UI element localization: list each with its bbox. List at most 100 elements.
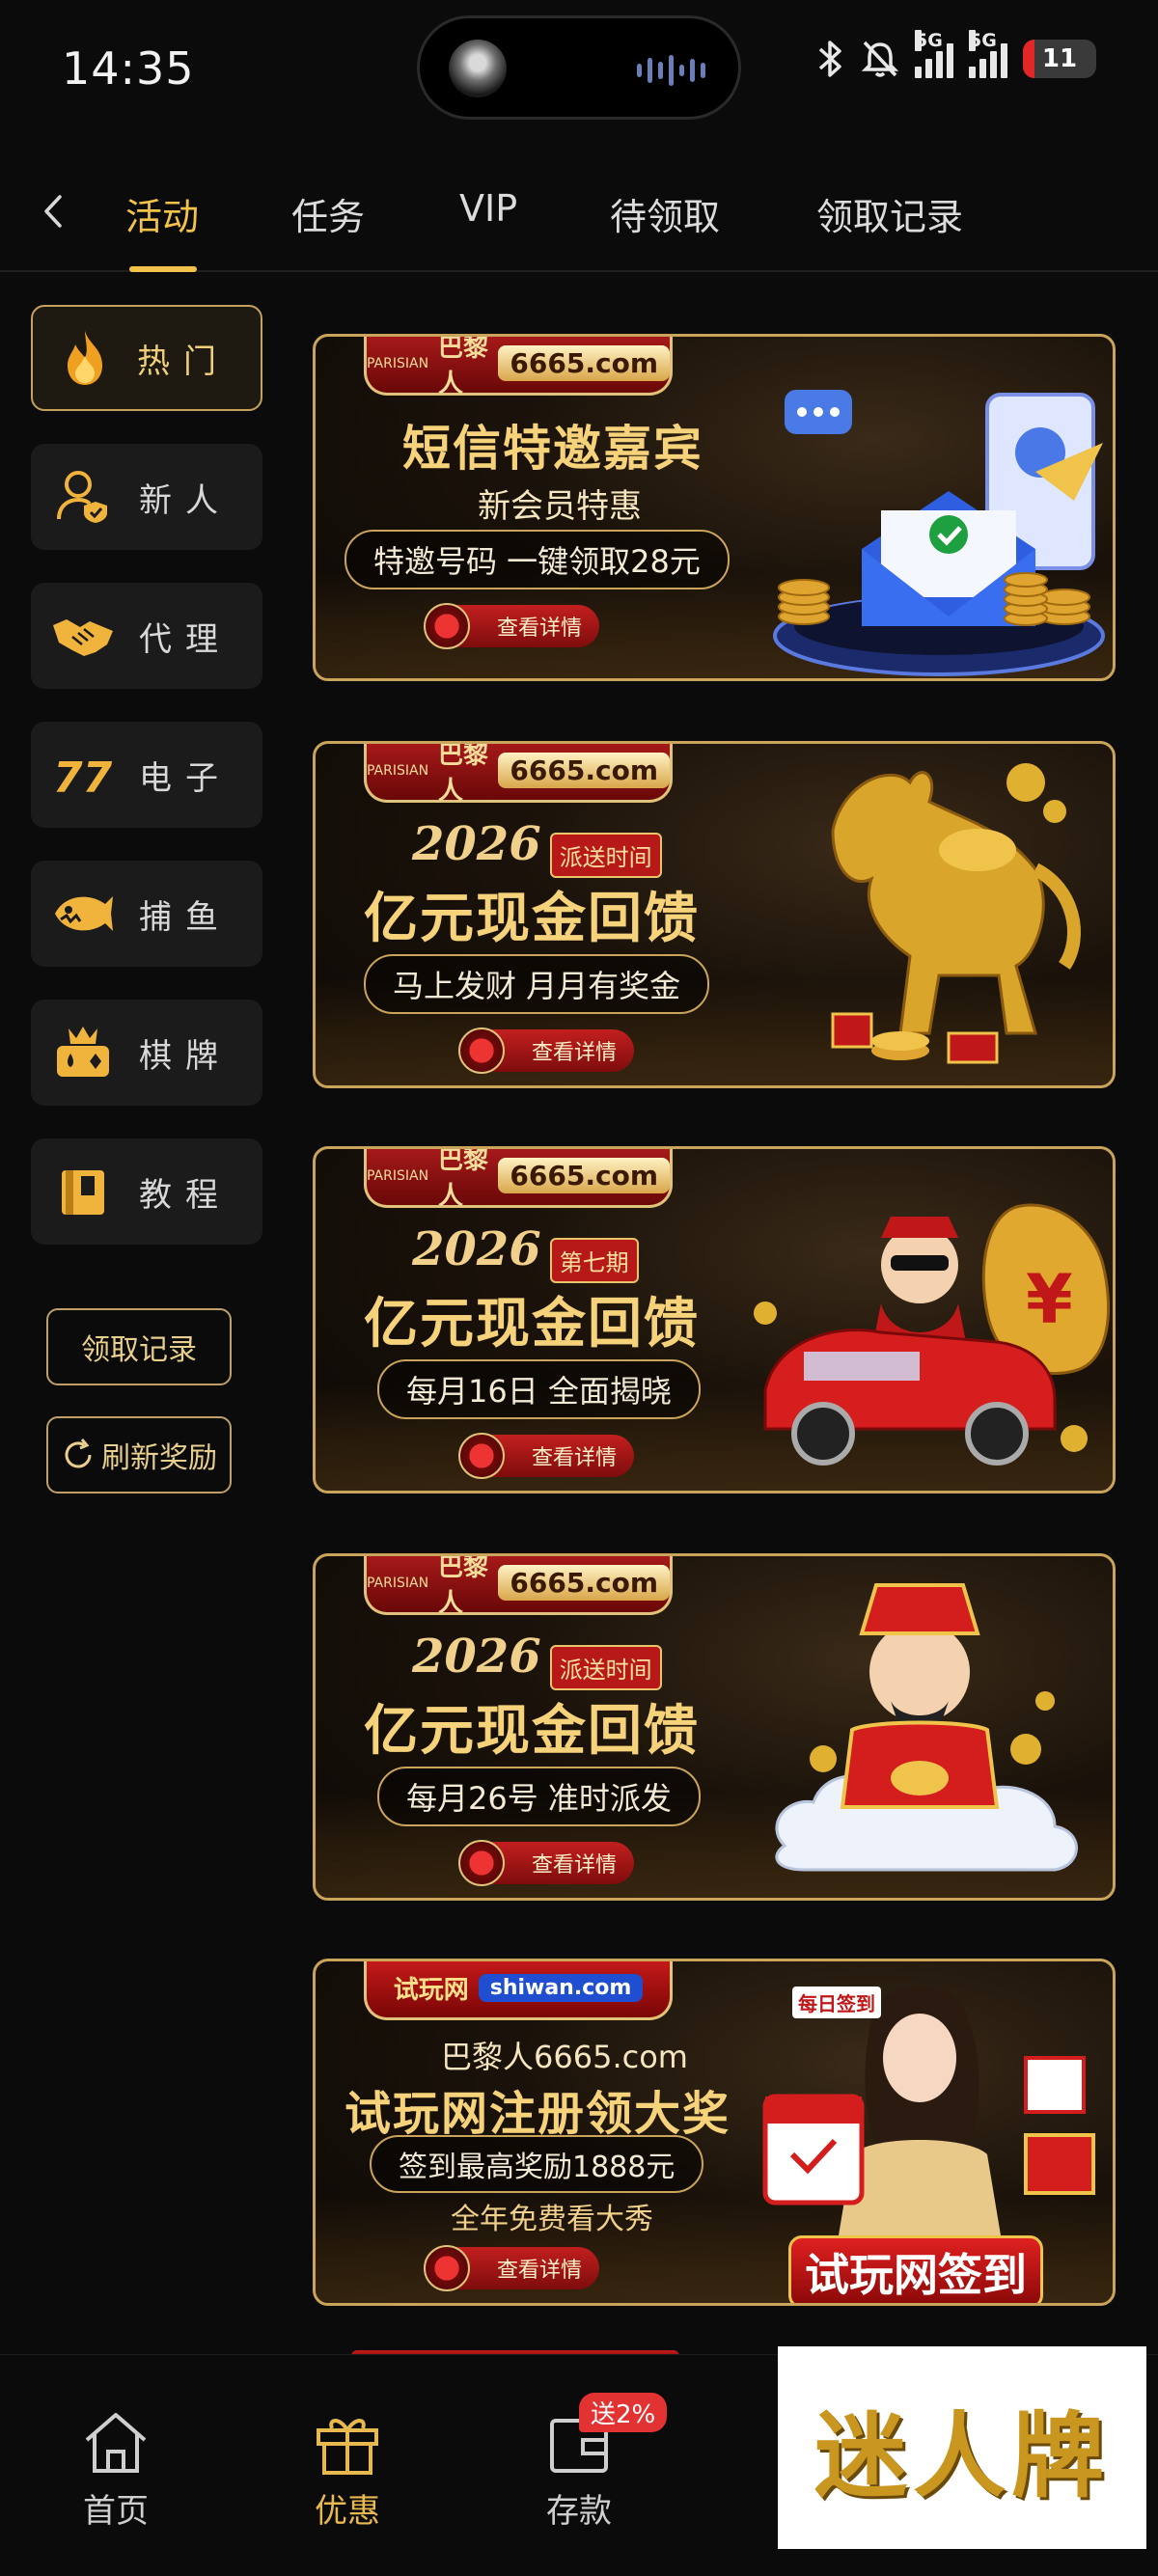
slot-777-icon: 777 [48,740,118,809]
brand-tab: PARISIAN 巴黎人 6665.com [364,1556,673,1618]
banner-title: 亿元现金回馈 [364,875,700,953]
view-details-button[interactable]: 查看详情 [424,2245,599,2291]
book-icon [48,1157,118,1226]
view-details-button[interactable]: 查看详情 [458,1840,634,1886]
flame-icon [50,323,120,393]
banner-year: 2026 [412,817,541,871]
brand-name: 巴黎人 [438,741,489,806]
island-avatar-icon [449,40,507,97]
banner-title-text: 亿元现金回馈 [364,1293,700,1356]
sign-in-badge: 试玩网签到 [788,2235,1043,2303]
back-icon[interactable] [33,187,71,235]
nav-home[interactable]: 首页 [48,2409,183,2532]
banner-pill-text: 每月26号 准时派发 [377,1767,701,1826]
cards-crown-icon [48,1018,118,1087]
nav-offers[interactable]: 优惠 [280,2409,415,2532]
new-user-icon [48,462,118,532]
nav-offers-label: 优惠 [315,2492,380,2531]
tab-vip[interactable]: VIP [459,187,517,230]
brand-name: 试玩网 [393,1976,469,2005]
fortune-god-cloud-icon [775,1583,1078,1872]
sidebar-item-label: 电子 [139,758,232,798]
watermark-logo: 迷人牌 [778,2346,1146,2549]
banner-pill: 签到最高奖励1888元 [370,2135,704,2193]
refresh-rewards-label: 刷新奖励 [101,1441,217,1475]
tab-pending[interactable]: 待领取 [610,187,720,240]
sidebar-item-label: 代理 [139,619,232,659]
top-tabs: 活动 任务 VIP 待领取 领取记录 [0,154,1158,272]
sidebar-item-fishing[interactable]: 捕鱼 [31,861,262,967]
audio-wave-icon [637,53,705,88]
banner-year-row: 2026 派送时间 [412,1630,662,1690]
promo-banner-shiwan[interactable]: 试玩网 shiwan.com 巴黎人6665.com 试玩网注册领大奖 签到最高… [313,1959,1116,2306]
network-type-2: 5G [969,30,997,51]
view-details-button[interactable]: 查看详情 [458,1028,634,1074]
sms-envelope-coins-icon [773,390,1105,676]
brand-tab: PARISIAN 巴黎人 6665.com [364,334,673,398]
tab-claim-records[interactable]: 领取记录 [816,187,963,240]
banner-badge: 派送时间 [549,833,662,878]
nav-home-label: 首页 [83,2492,149,2531]
network-type-1: 5G [915,30,943,51]
home-icon [85,2413,147,2473]
golden-horse-icon [831,763,1081,1064]
banner-badge: 派送时间 [549,1645,662,1690]
banner-subtitle: 巴黎人6665.com [441,2033,688,2077]
nav-deposit-label: 存款 [546,2492,612,2531]
sidebar-item-tutorial[interactable]: 教程 [31,1138,262,1245]
svg-text:777: 777 [53,754,115,802]
signal-2-icon: 5G [969,30,1007,78]
brand-seal-icon [424,603,470,649]
tab-activity[interactable]: 活动 [125,187,199,240]
sidebar-item-agent[interactable]: 代理 [31,583,262,689]
banner-pill-text: 马上发财 月月有奖金 [364,954,710,1014]
banner-title-text: 试玩网注册领大奖 [345,2087,731,2141]
brand-name: 巴黎人 [438,1553,489,1618]
sidebar-item-label: 捕鱼 [139,897,232,937]
brand-tag: PARISIAN [367,762,429,779]
sidebar-item-label: 棋牌 [139,1036,232,1076]
banner-title-text: 短信特邀嘉宾 [402,421,703,477]
promo-banner-cash-2[interactable]: PARISIAN 巴黎人 6665.com 2026 第七期 亿元现金回馈 每月… [313,1146,1116,1494]
view-details-label: 查看详情 [496,617,582,641]
deposit-bonus-badge: 送2% [579,2393,668,2432]
bluetooth-icon [818,41,841,77]
banner-subtitle-text: 新会员特惠 [478,487,642,526]
battery-level: 11 [1041,44,1078,73]
promo-banner-cash-3[interactable]: PARISIAN 巴黎人 6665.com 2026 派送时间 亿元现金回馈 每… [313,1553,1116,1901]
brand-seal-icon [424,2245,470,2291]
sidebar-item-newbie[interactable]: 新人 [31,444,262,550]
sidebar-item-cards[interactable]: 棋牌 [31,1000,262,1106]
sidebar-item-slots[interactable]: 777 电子 [31,722,262,828]
signal-1-icon: 5G [915,30,953,78]
promo-banner-cash-1[interactable]: PARISIAN 巴黎人 6665.com 2026 派送时间 亿元现金回馈 马… [313,741,1116,1088]
banner-year-row: 2026 派送时间 [412,817,662,878]
sidebar-item-label: 教程 [139,1175,232,1215]
banner-pill: 每月16日 全面揭晓 [377,1359,701,1419]
banner-title-text: 亿元现金回馈 [364,1700,700,1763]
status-icons: 5G 5G 11 [816,30,1096,79]
view-details-button[interactable]: 查看详情 [424,603,599,649]
dynamic-island [417,15,741,120]
claim-records-button[interactable]: 领取记录 [46,1308,232,1385]
svg-text:¥: ¥ [1026,1260,1073,1339]
brand-seal-icon [458,1028,505,1074]
brand-tab: PARISIAN 巴黎人 6665.com [364,744,673,806]
banner-extra-text: 全年免费看大秀 [451,2203,653,2236]
promo-banner-sms[interactable]: PARISIAN 巴黎人 6665.com 短信特邀嘉宾 新会员特惠 特邀号码 … [313,334,1116,681]
brand-tag: PARISIAN [367,1167,429,1184]
brand-domain: 6665.com [498,1565,670,1601]
refresh-rewards-button[interactable]: 刷新奖励 [46,1416,232,1494]
tab-tasks[interactable]: 任务 [291,187,365,240]
status-time: 14:35 [62,42,195,95]
banner-title: 亿元现金回馈 [364,1280,700,1358]
battery-icon: 11 [1023,40,1096,78]
brand-domain: 6665.com [498,1158,670,1193]
brand-domain: 6665.com [498,753,670,788]
watermark-text: 迷人牌 [814,2400,1110,2510]
fish-icon [48,879,118,948]
brand-name: 巴黎人 [438,334,489,398]
sidebar-item-hot[interactable]: 热门 [31,305,262,411]
view-details-button[interactable]: 查看详情 [458,1433,634,1479]
banner-pill: 马上发财 月月有奖金 [364,954,710,1014]
